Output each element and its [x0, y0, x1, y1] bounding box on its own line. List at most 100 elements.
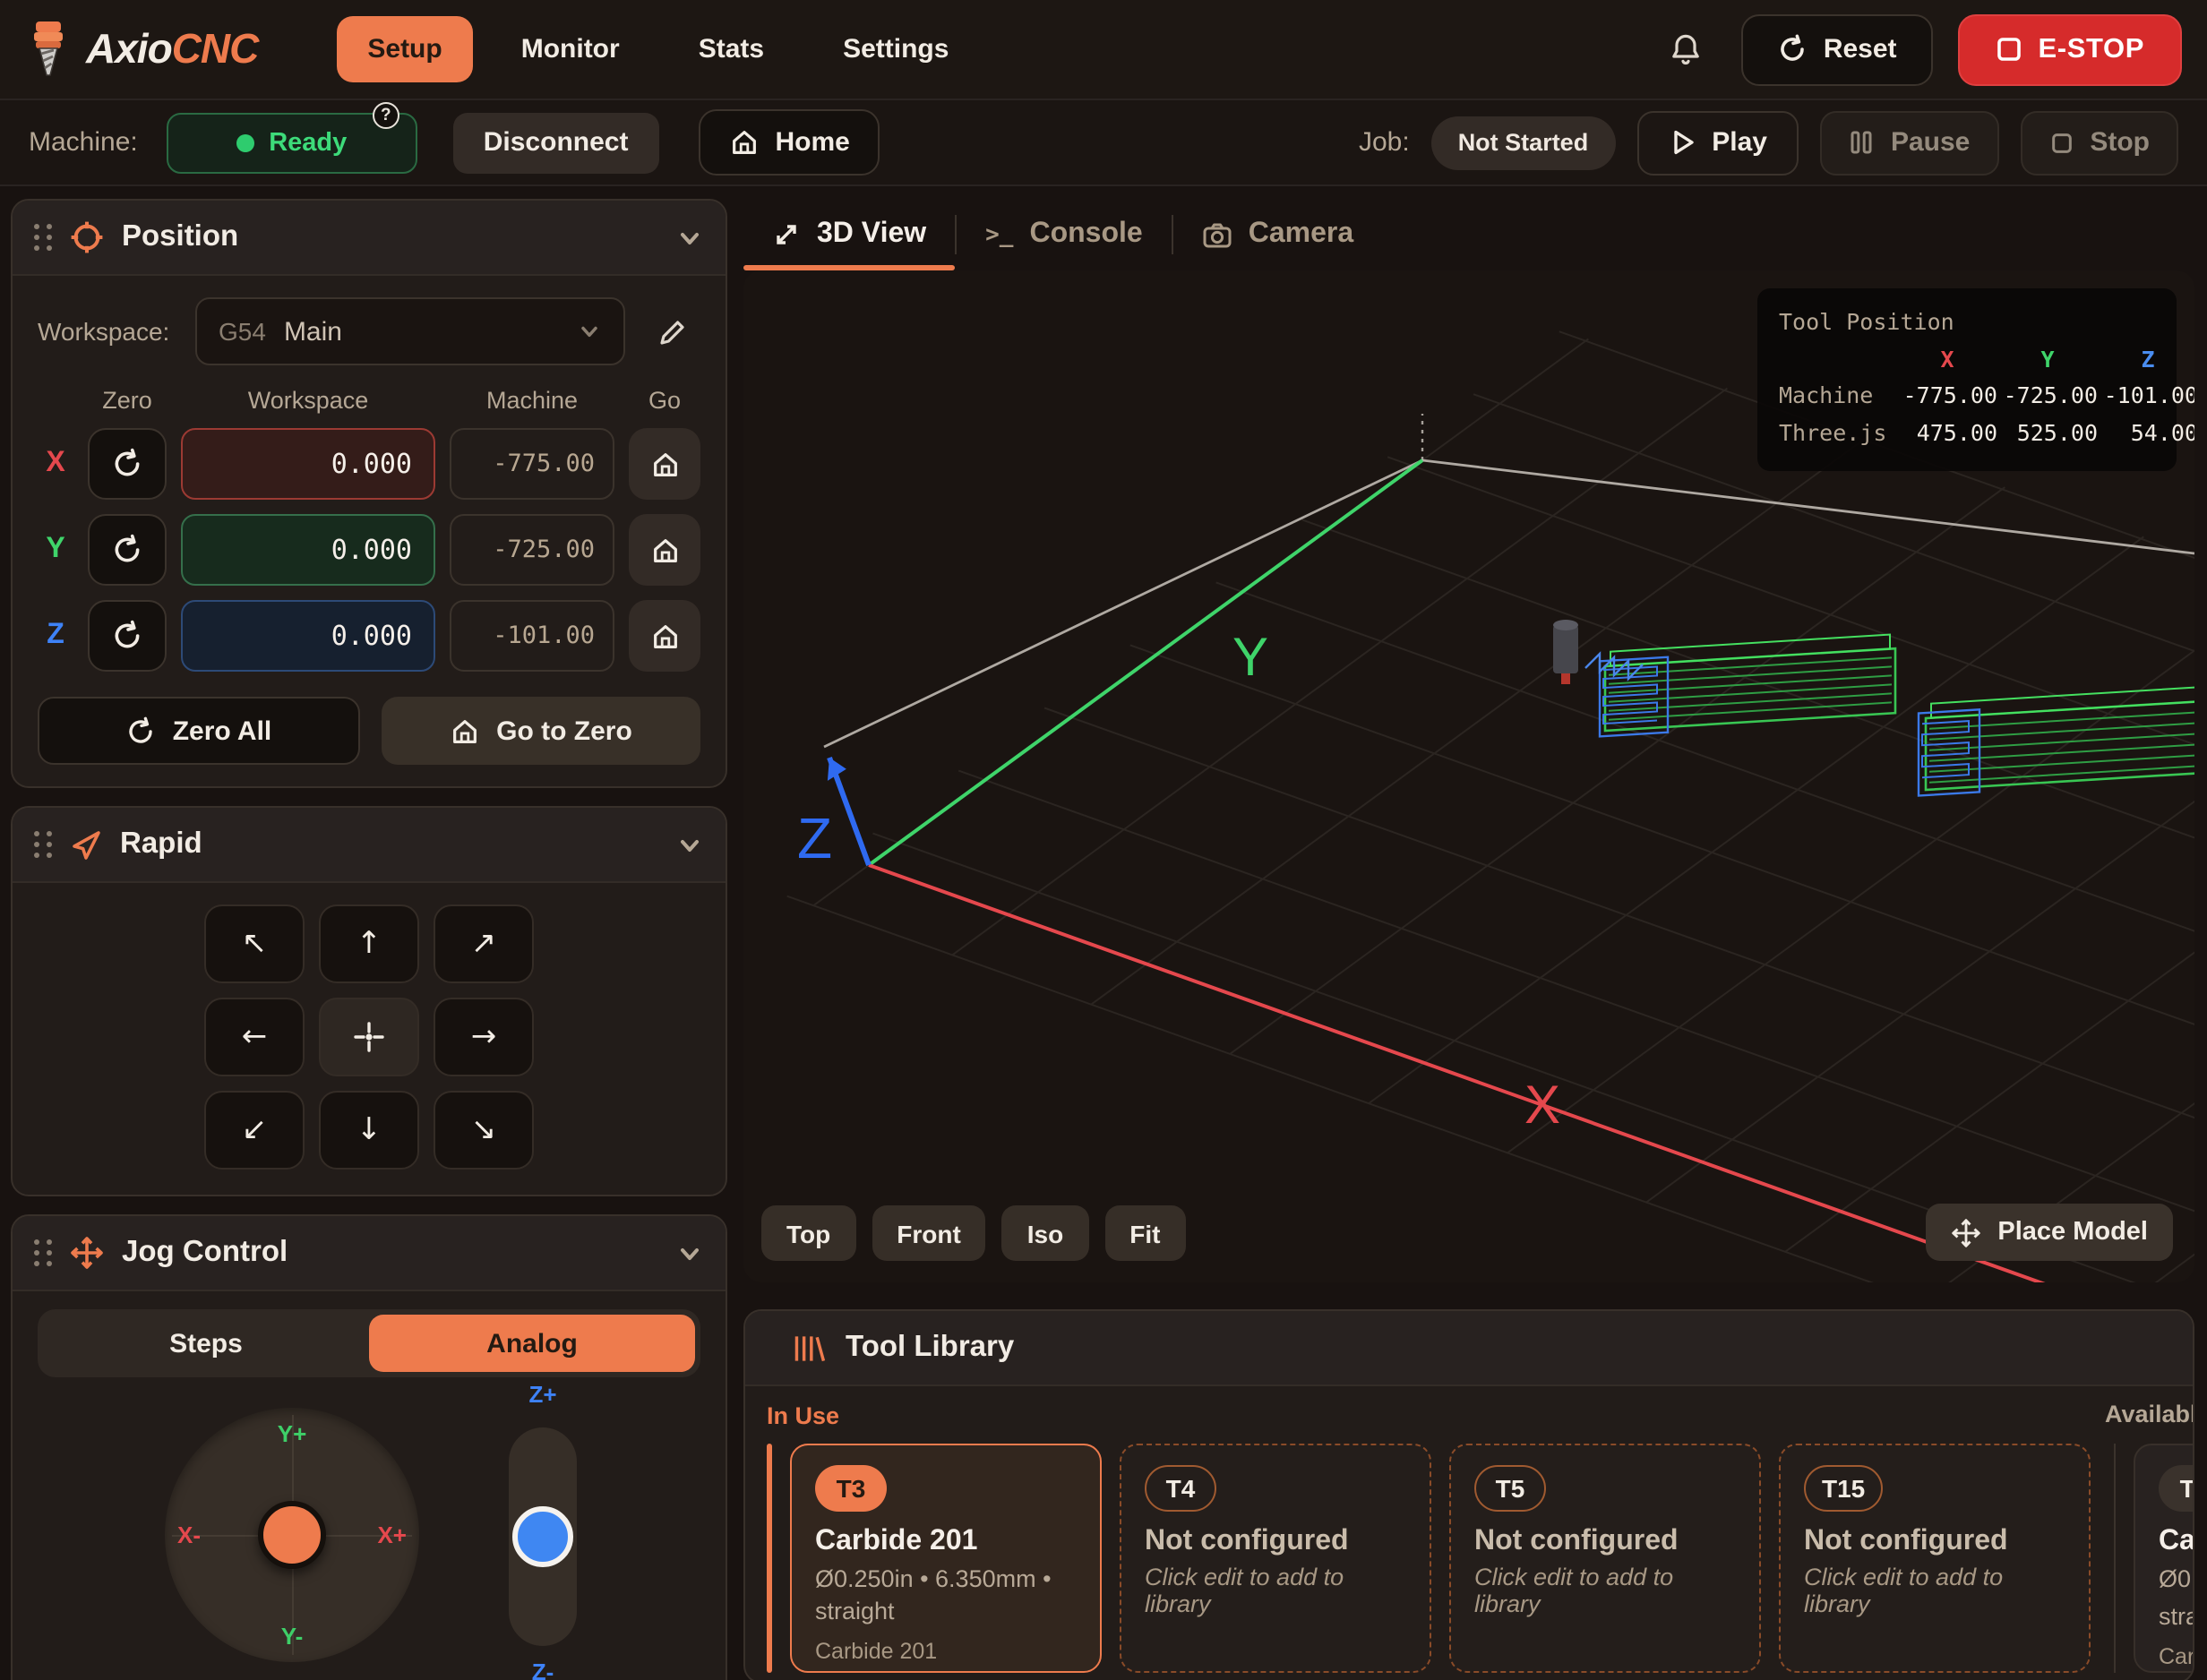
tool-card-t5[interactable]: T5 Not configured Click edit to add to l… [1449, 1444, 1761, 1673]
nav-tab-stats[interactable]: Stats [668, 16, 794, 82]
joystick-knob[interactable] [258, 1501, 326, 1569]
tool-hint: Click edit to add to library [1474, 1564, 1736, 1617]
axis-3d-label-y: Y [1232, 627, 1268, 687]
tp-machine-y: -725.00 [1997, 379, 2098, 416]
place-model-button[interactable]: Place Model [1926, 1204, 2173, 1261]
rapid-panel-title: Rapid [120, 827, 202, 861]
view-iso-button[interactable]: Iso [1002, 1205, 1088, 1261]
view-front-button[interactable]: Front [872, 1205, 986, 1261]
tool-name: Carbide [2159, 1526, 2194, 1558]
rapid-down-right-button[interactable]: ↘ [434, 1091, 534, 1170]
move-arrows-icon [70, 1236, 104, 1270]
rapid-down-left-button[interactable]: ↙ [204, 1091, 305, 1170]
brand-word-2: CNC [172, 25, 259, 72]
view-top-button[interactable]: Top [761, 1205, 855, 1261]
position-actions: Zero All Go to Zero [38, 697, 700, 765]
go-home-x-button[interactable] [629, 428, 700, 500]
tab-console[interactable]: >_ Console [957, 199, 1172, 270]
tool-card-t0[interactable]: T0 Carbide Ø0.125 straight Carbide [2134, 1444, 2194, 1673]
tool-position-title: Tool Position [1779, 304, 2155, 341]
workspace-y-input[interactable]: 0.000 [181, 514, 435, 586]
collapse-jog-button[interactable] [675, 1239, 704, 1267]
collapse-position-button[interactable] [675, 223, 704, 252]
z-slider-knob[interactable] [512, 1506, 573, 1567]
machine-status-badge[interactable]: Ready ? [167, 112, 417, 173]
rapid-up-left-button[interactable]: ↖ [204, 904, 305, 983]
reset-icon [111, 620, 143, 652]
estop-button[interactable]: E-STOP [1958, 13, 2182, 85]
home-icon [450, 716, 480, 746]
go-home-y-button[interactable] [629, 514, 700, 586]
reset-icon [1777, 34, 1808, 64]
zero-y-button[interactable] [88, 514, 167, 586]
play-button[interactable]: Play [1636, 110, 1799, 175]
tool-library-header[interactable]: Tool Library [745, 1311, 2193, 1386]
available-label: Available [2105, 1401, 2194, 1427]
tool-position-table: X Y Z Machine -775.00 -725.00 -101.00 Th… [1779, 341, 2155, 452]
edit-workspace-button[interactable] [643, 303, 700, 360]
rapid-right-button[interactable]: → [434, 998, 534, 1076]
status-bar: Machine: Ready ? Disconnect Home Job: No… [0, 99, 2207, 186]
disconnect-button[interactable]: Disconnect [453, 112, 659, 173]
tool-cards-row: T3 Carbide 201 Ø0.250in • 6.350mm • stra… [767, 1444, 2171, 1673]
nav-tab-settings[interactable]: Settings [812, 16, 979, 82]
viewport-3d[interactable]: Y X Z [743, 270, 2194, 1282]
zero-z-button[interactable] [88, 600, 167, 672]
rapid-up-right-button[interactable]: ↗ [434, 904, 534, 983]
nav-tab-setup[interactable]: Setup [337, 16, 472, 82]
play-icon [1669, 129, 1696, 156]
tool-name: Not configured [1804, 1526, 2065, 1558]
position-panel: Position Workspace: G54 Main [11, 199, 727, 788]
tp-col-y: Y [1997, 341, 2098, 378]
rapid-center-button[interactable] [319, 998, 419, 1076]
stop-button[interactable]: Stop [2020, 110, 2178, 175]
workspace-name: Main [284, 316, 342, 347]
workspace-select[interactable]: G54 Main [195, 297, 625, 365]
collapse-rapid-button[interactable] [675, 830, 704, 859]
chevron-down-icon [577, 319, 602, 344]
stop-square-icon [1996, 36, 2022, 63]
reset-icon [111, 448, 143, 480]
machine-z-value: -101.00 [450, 600, 614, 672]
in-use-label: In Use [767, 1402, 839, 1429]
drag-handle-icon[interactable] [34, 224, 52, 251]
zero-all-button[interactable]: Zero All [38, 697, 360, 765]
workspace-z-input[interactable]: 0.000 [181, 600, 435, 672]
zero-x-button[interactable] [88, 428, 167, 500]
stop-label: Stop [2090, 127, 2150, 158]
rapid-left-button[interactable]: ← [204, 998, 305, 1076]
joystick-label-y-plus: Y+ [278, 1420, 307, 1447]
home-button[interactable]: Home [698, 109, 880, 176]
stop-icon [2048, 130, 2074, 155]
joystick-pad[interactable]: Y+ Y- X- X+ [165, 1408, 419, 1662]
tool-card-t3[interactable]: T3 Carbide 201 Ø0.250in • 6.350mm • stra… [790, 1444, 1102, 1673]
jog-panel-header[interactable]: Jog Control [13, 1216, 726, 1291]
rapid-down-button[interactable]: ↓ [319, 1091, 419, 1170]
reset-button[interactable]: Reset [1741, 13, 1933, 85]
go-home-z-button[interactable] [629, 600, 700, 672]
tab-3d-view[interactable]: 3D View [743, 199, 955, 270]
drag-handle-icon[interactable] [34, 1239, 52, 1266]
workspace-x-input[interactable]: 0.000 [181, 428, 435, 500]
drag-handle-icon[interactable] [34, 831, 52, 858]
jog-tab-steps[interactable]: Steps [43, 1315, 369, 1372]
toolpath-cluster-1 [1600, 634, 1895, 736]
bell-icon [1668, 31, 1704, 67]
position-panel-header[interactable]: Position [13, 201, 726, 276]
rapid-up-button[interactable]: ↑ [319, 904, 419, 983]
view-preset-buttons: Top Front Iso Fit [761, 1205, 1185, 1261]
notifications-button[interactable] [1655, 19, 1716, 80]
jog-tab-analog[interactable]: Analog [369, 1315, 695, 1372]
help-badge[interactable]: ? [373, 101, 399, 128]
nav-tab-monitor[interactable]: Monitor [491, 16, 650, 82]
rapid-panel-header[interactable]: Rapid [13, 808, 726, 883]
toolpath-leadin [1585, 654, 1643, 679]
view-fit-button[interactable]: Fit [1104, 1205, 1185, 1261]
tab-camera[interactable]: Camera [1173, 199, 1382, 270]
pause-button[interactable]: Pause [1821, 110, 1998, 175]
go-to-zero-button[interactable]: Go to Zero [382, 697, 700, 765]
tool-badge: T0 [2159, 1465, 2194, 1512]
tool-card-t15[interactable]: T15 Not configured Click edit to add to … [1779, 1444, 2091, 1673]
tool-card-t4[interactable]: T4 Not configured Click edit to add to l… [1120, 1444, 1431, 1673]
z-slider-track[interactable] [509, 1427, 577, 1646]
